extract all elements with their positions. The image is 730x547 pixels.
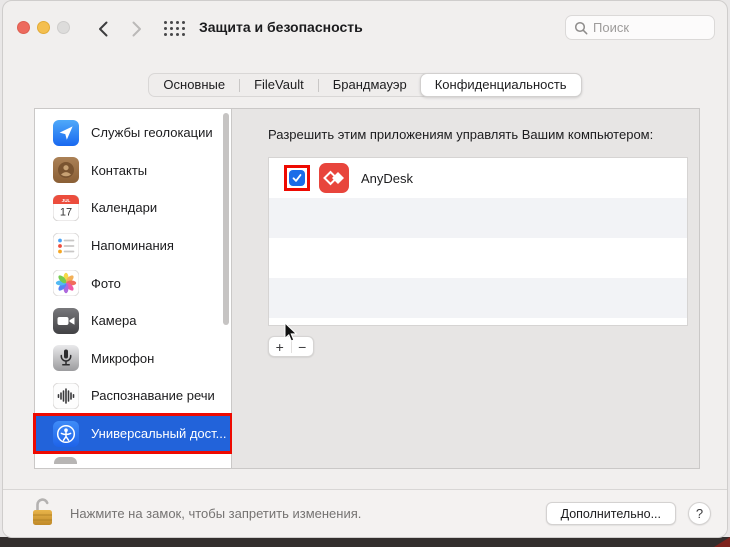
close-window-button[interactable]: [17, 21, 30, 34]
sidebar-item-speech-recognition[interactable]: Распознавание речи: [35, 377, 231, 415]
footer: Нажмите на замок, чтобы запретить измене…: [3, 489, 727, 537]
annotation-box-checkbox: [284, 165, 310, 191]
contacts-icon: [53, 157, 79, 183]
anydesk-icon: [319, 163, 349, 193]
tab-bar: Основные FileVault Брандмауэр Конфиденци…: [3, 73, 727, 97]
add-app-button[interactable]: +: [269, 337, 291, 356]
window-controls: [17, 21, 70, 34]
sidebar-item-location-services[interactable]: Службы геолокации: [35, 114, 231, 152]
sidebar-item-label: Фото: [91, 276, 121, 291]
sidebar-scrollbar[interactable]: [223, 113, 229, 325]
sidebar-item-label: Напоминания: [91, 238, 174, 253]
sidebar-item-reminders[interactable]: Напоминания: [35, 227, 231, 265]
search-input[interactable]: [593, 20, 693, 35]
app-list: AnyDesk: [268, 157, 688, 326]
titlebar: Защита и безопасность: [3, 1, 727, 53]
empty-row: [269, 278, 687, 318]
show-all-button[interactable]: [163, 20, 186, 42]
forward-button[interactable]: [127, 19, 147, 39]
remove-app-button[interactable]: −: [292, 337, 314, 356]
help-button[interactable]: ?: [688, 502, 711, 525]
anydesk-checkbox[interactable]: [289, 170, 305, 186]
zoom-window-button[interactable]: [57, 21, 70, 34]
sidebar-item-contacts[interactable]: Контакты: [35, 152, 231, 190]
sidebar-item-calendars[interactable]: JUL 17 Напоминания Календари: [35, 189, 231, 227]
sidebar-item-camera[interactable]: Камера: [35, 302, 231, 340]
microphone-icon: [53, 345, 79, 371]
desktop-backdrop: [0, 537, 730, 547]
svg-text:JUL: JUL: [62, 198, 71, 203]
sidebar-item-accessibility[interactable]: Универсальный дост...: [35, 415, 231, 453]
add-remove-control: + −: [268, 336, 314, 357]
sidebar-item-microphone[interactable]: Микрофон: [35, 340, 231, 378]
back-button[interactable]: [93, 19, 113, 39]
wallpaper-corner: [714, 537, 730, 547]
tab-firewall[interactable]: Брандмауэр: [319, 74, 421, 96]
window-title: Защита и безопасность: [199, 19, 363, 35]
app-name: AnyDesk: [361, 171, 413, 186]
camera-icon: [53, 308, 79, 334]
photos-icon: [53, 270, 79, 296]
search-field[interactable]: [565, 15, 715, 40]
app-row-anydesk[interactable]: AnyDesk: [269, 158, 687, 198]
empty-row: [269, 198, 687, 238]
chevron-right-icon: [132, 21, 142, 37]
chevron-left-icon: [98, 21, 108, 37]
privacy-pane: Службы геолокации Контакты JUL 17: [34, 108, 700, 469]
sidebar-item-photos[interactable]: Фото: [35, 264, 231, 302]
lock-icon[interactable]: [31, 496, 54, 532]
tab-privacy[interactable]: Конфиденциальность: [420, 73, 582, 97]
tab-filevault[interactable]: FileVault: [240, 74, 318, 96]
lock-hint-text: Нажмите на замок, чтобы запретить измене…: [70, 506, 361, 521]
location-services-icon: [53, 120, 79, 146]
security-privacy-window: Защита и безопасность Основные FileVault…: [2, 0, 728, 538]
privacy-sidebar: Службы геолокации Контакты JUL 17: [35, 109, 232, 468]
calendar-icon: JUL 17: [53, 195, 79, 221]
svg-text:17: 17: [60, 206, 72, 218]
tab-segmented-control: Основные FileVault Брандмауэр Конфиденци…: [148, 73, 581, 97]
search-icon: [574, 21, 588, 35]
minimize-window-button[interactable]: [37, 21, 50, 34]
advanced-button[interactable]: Дополнительно...: [546, 502, 676, 525]
sidebar-item-label: Камера: [91, 313, 136, 328]
sidebar-item-label: Календари: [91, 200, 157, 215]
partial-next-item-icon: [54, 457, 77, 464]
sidebar-item-label: Службы геолокации: [91, 125, 213, 140]
sidebar-item-label: Микрофон: [91, 351, 154, 366]
sidebar-item-label: Распознавание речи: [91, 388, 215, 403]
tab-general[interactable]: Основные: [149, 74, 239, 96]
sidebar-item-label: Универсальный дост...: [91, 426, 226, 441]
sidebar-item-label: Контакты: [91, 163, 147, 178]
accessibility-icon: [53, 421, 79, 447]
accessibility-panel: Разрешить этим приложениям управлять Ваш…: [232, 109, 699, 468]
checkmark-icon: [291, 172, 303, 184]
speech-recognition-icon: [53, 383, 79, 409]
panel-header: Разрешить этим приложениям управлять Ваш…: [268, 127, 653, 142]
grid-icon: [163, 20, 186, 37]
reminders-icon: [53, 233, 79, 259]
